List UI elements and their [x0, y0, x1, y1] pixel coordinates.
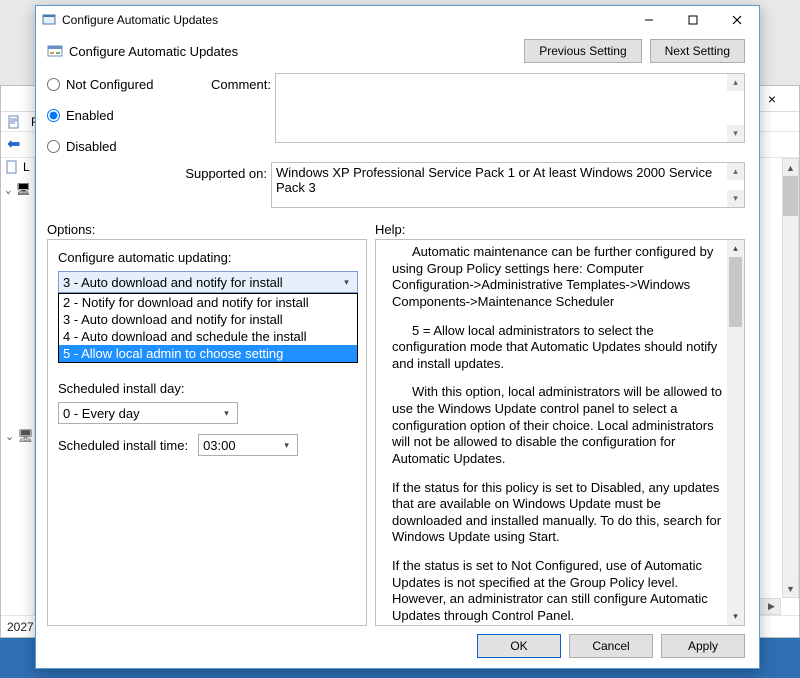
supported-on-field: Windows XP Professional Service Pack 1 o… [271, 162, 745, 208]
chevron-down-icon: ▾ [278, 436, 295, 454]
maximize-icon [688, 15, 698, 25]
previous-setting-button[interactable]: Previous Setting [524, 39, 641, 63]
scroll-thumb[interactable] [729, 257, 742, 327]
supported-on-label: Supported on: [47, 162, 267, 208]
minimize-icon [644, 15, 654, 25]
comment-field[interactable]: ▴ ▾ [275, 73, 745, 143]
combo-option-3[interactable]: 3 - Auto download and notify for install [59, 311, 357, 328]
scroll-down-icon[interactable]: ▾ [727, 608, 744, 625]
help-panel: Automatic maintenance can be further con… [375, 239, 745, 626]
schedule-day-label: Scheduled install day: [58, 381, 356, 396]
configure-updates-dialog: Configure Automatic Updates Configure Au… [35, 5, 760, 669]
help-paragraph: If the status is set to Not Configured, … [392, 558, 724, 625]
schedule-day-select[interactable]: 0 - Every day ▾ [58, 402, 238, 424]
minimize-button[interactable] [627, 6, 671, 34]
bg-tree-item-2[interactable]: ⌄ 🖥 [1, 180, 34, 198]
options-section-label: Options: [47, 222, 375, 237]
header-label: Configure Automatic Updates [69, 44, 238, 59]
help-paragraph: If the status for this policy is set to … [392, 480, 724, 547]
scroll-up-icon[interactable]: ▴ [727, 74, 744, 91]
back-arrow-icon[interactable]: ⬅ [7, 137, 20, 153]
scroll-up-icon[interactable]: ▴ [727, 240, 744, 257]
bg-tree-label: L [23, 160, 30, 174]
comment-label: Comment: [175, 73, 271, 154]
titlebar[interactable]: Configure Automatic Updates [36, 6, 759, 34]
scroll-down-icon[interactable]: ▾ [727, 125, 744, 142]
chevron-down-icon: ▾ [338, 273, 355, 291]
radio-not-configured[interactable]: Not Configured [47, 77, 171, 92]
configure-updating-selected[interactable]: 3 - Auto download and notify for install… [58, 271, 358, 293]
combo-option-4[interactable]: 4 - Auto download and schedule the insta… [59, 328, 357, 345]
comment-scrollbar[interactable]: ▴ ▾ [727, 74, 744, 142]
bg-tree-chevron: 🖥 [16, 182, 31, 196]
combo-option-2[interactable]: 2 - Notify for download and notify for i… [59, 294, 357, 311]
scroll-right-icon[interactable]: ▶ [763, 599, 780, 614]
chevron-down-icon: ▾ [218, 404, 235, 422]
configure-updating-label: Configure automatic updating: [58, 250, 356, 265]
help-text: Automatic maintenance can be further con… [376, 240, 744, 625]
maximize-button[interactable] [671, 6, 715, 34]
configure-updating-combo[interactable]: 3 - Auto download and notify for install… [58, 271, 358, 293]
schedule-day-value: 0 - Every day [63, 406, 218, 421]
help-paragraph: 5 = Allow local administrators to select… [392, 323, 724, 373]
next-setting-button[interactable]: Next Setting [650, 39, 745, 63]
comment-textarea[interactable] [276, 74, 727, 142]
radio-enabled-input[interactable] [47, 109, 60, 122]
combo-value: 3 - Auto download and notify for install [63, 275, 338, 290]
schedule-time-value: 03:00 [203, 438, 278, 453]
help-section-label: Help: [375, 222, 405, 237]
close-icon [732, 15, 742, 25]
help-paragraph: With this option, local administrators w… [392, 384, 724, 467]
ok-button[interactable]: OK [477, 634, 561, 658]
combo-option-5[interactable]: 5 - Allow local admin to choose setting [59, 345, 357, 362]
scroll-down-icon[interactable]: ▾ [727, 190, 744, 207]
radio-not-configured-input[interactable] [47, 78, 60, 91]
window-title: Configure Automatic Updates [62, 13, 627, 27]
bg-tree-expander[interactable]: ⌄ 🖥 [5, 428, 34, 444]
bg-scrollbar-vertical[interactable]: ▲ ▼ [782, 158, 799, 598]
schedule-time-label: Scheduled install time: [58, 438, 188, 453]
cancel-button[interactable]: Cancel [569, 634, 653, 658]
supported-on-text: Windows XP Professional Service Pack 1 o… [272, 163, 727, 197]
app-icon [42, 13, 56, 27]
document-icon [7, 115, 21, 129]
radio-label: Disabled [66, 139, 117, 154]
options-panel: Configure automatic updating: 3 - Auto d… [47, 239, 367, 626]
close-icon: × [768, 91, 776, 107]
chevron-down-icon: ⌄ [5, 183, 12, 196]
radio-disabled-input[interactable] [47, 140, 60, 153]
schedule-time-select[interactable]: 03:00 ▾ [198, 434, 298, 456]
radio-label: Enabled [66, 108, 114, 123]
scroll-up-icon[interactable]: ▴ [727, 163, 744, 180]
close-button[interactable] [715, 6, 759, 34]
scroll-down-icon[interactable]: ▼ [783, 580, 798, 597]
radio-label: Not Configured [66, 77, 153, 92]
scroll-up-icon[interactable]: ▲ [783, 159, 798, 176]
radio-enabled[interactable]: Enabled [47, 108, 171, 123]
help-scrollbar[interactable]: ▴ ▾ [727, 240, 744, 625]
radio-disabled[interactable]: Disabled [47, 139, 171, 154]
apply-button[interactable]: Apply [661, 634, 745, 658]
document-icon [5, 160, 19, 174]
policy-icon [47, 43, 63, 59]
configure-updating-dropdown[interactable]: 2 - Notify for download and notify for i… [58, 293, 358, 363]
help-paragraph: Automatic maintenance can be further con… [392, 244, 724, 311]
scroll-thumb[interactable] [783, 176, 798, 216]
supported-scrollbar[interactable]: ▴ ▾ [727, 163, 744, 207]
bg-tree-item-1[interactable]: L [1, 158, 34, 176]
